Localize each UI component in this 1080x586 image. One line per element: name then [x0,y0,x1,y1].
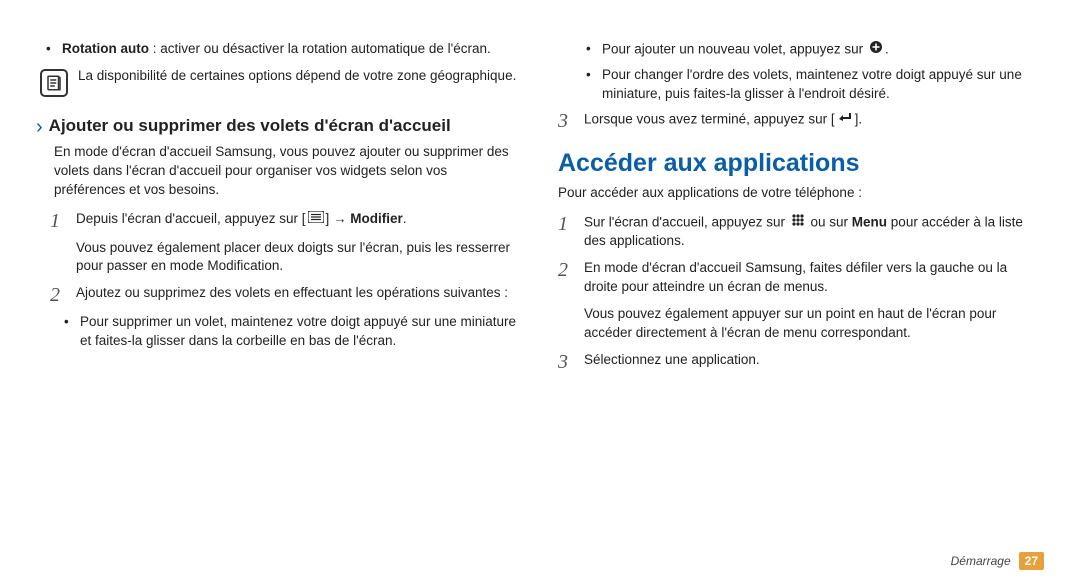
left-step-1: 1 Depuis l'écran d'accueil, appuyez sur … [36,210,522,231]
apps-grid-icon [791,213,805,233]
left-step2-bullet1: Pour supprimer un volet, maintenez votre… [36,313,522,351]
intro-paragraph: En mode d'écran d'accueil Samsung, vous … [36,143,522,200]
step-text: En mode d'écran d'accueil Samsung, faite… [584,259,1044,297]
rotation-auto-text: : activer ou désactiver la rotation auto… [149,41,491,56]
step-text: Ajoutez ou supprimez des volets en effec… [76,284,522,303]
plus-circle-icon [869,40,883,60]
right-column: Pour ajouter un nouveau volet, appuyez s… [558,40,1044,380]
left-step-1-cont: Vous pouvez également placer deux doigts… [36,239,522,277]
subheading-row: › Ajouter ou supprimer des volets d'écra… [36,115,522,137]
right-bullet-add: Pour ajouter un nouveau volet, appuyez s… [558,40,1044,60]
right-step-3: 3 Lorsque vous avez terminé, appuyez sur… [558,110,1044,131]
page-content: Rotation auto : activer ou désactiver la… [0,0,1080,380]
apps-step-3: 3 Sélectionnez une application. [558,351,1044,372]
apps-step-1: 1 Sur l'écran d'accueil, appuyez sur ou … [558,213,1044,252]
step-text: Lorsque vous avez terminé, appuyez sur [… [584,110,1044,130]
step-text: Depuis l'écran d'accueil, appuyez sur []… [76,210,522,229]
step-number: 2 [50,285,66,305]
note-box: La disponibilité de certaines options dé… [36,67,522,97]
left-step-2: 2 Ajoutez ou supprimez des volets en eff… [36,284,522,305]
rotation-auto-label: Rotation auto [62,41,149,56]
section-heading: Accéder aux applications [558,149,1044,178]
apps-intro: Pour accéder aux applications de votre t… [558,184,1044,203]
step-number: 1 [558,214,574,234]
step-number: 3 [558,111,574,131]
rotation-auto-item: Rotation auto : activer ou désactiver la… [36,40,522,59]
menu-key-icon [308,210,324,229]
subheading-text: Ajouter ou supprimer des volets d'écran … [49,115,451,136]
right-bullet-reorder: Pour changer l'ordre des volets, mainten… [558,66,1044,104]
page-number-badge: 27 [1019,552,1044,570]
note-text: La disponibilité de certaines options dé… [78,67,522,86]
back-key-icon [837,110,853,130]
apps-step-2-cont: Vous pouvez également appuyer sur un poi… [558,305,1044,343]
step-number: 2 [558,260,574,280]
step-number: 3 [558,352,574,372]
chevron-icon: › [36,117,43,137]
apps-step-2: 2 En mode d'écran d'accueil Samsung, fai… [558,259,1044,297]
left-column: Rotation auto : activer ou désactiver la… [36,40,522,380]
page-footer: Démarrage 27 [951,552,1044,570]
step-text: Sur l'écran d'accueil, appuyez sur ou su… [584,213,1044,252]
footer-section: Démarrage [951,554,1011,568]
step-number: 1 [50,211,66,231]
note-icon [40,69,68,97]
step-text: Sélectionnez une application. [584,351,1044,370]
